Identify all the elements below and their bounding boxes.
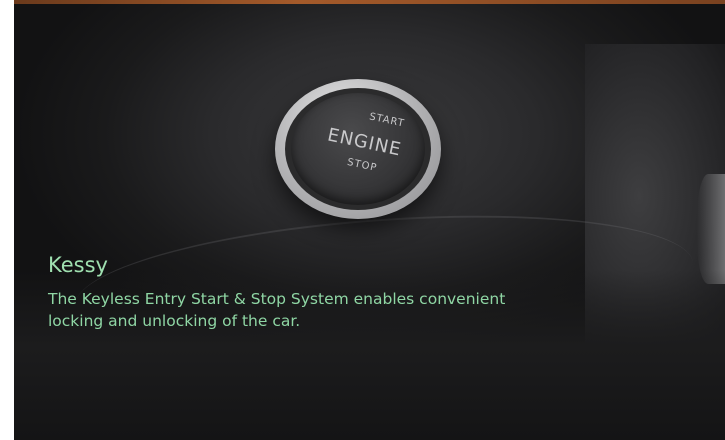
feature-title: Kessy xyxy=(48,253,108,277)
feature-description: The Keyless Entry Start & Stop System en… xyxy=(48,290,506,330)
dashboard-edge-highlight xyxy=(697,174,725,284)
left-margin xyxy=(0,0,14,440)
start-stop-button-face: START ENGINE STOP xyxy=(291,93,425,205)
start-stop-button-icon: START ENGINE STOP xyxy=(275,79,441,219)
engine-start-stop-photo: START ENGINE STOP xyxy=(14,4,725,440)
feature-card: START ENGINE STOP Kessy The Keyless Entr… xyxy=(0,0,725,440)
button-label-engine: ENGINE xyxy=(325,124,404,161)
button-label-stop: STOP xyxy=(346,156,379,175)
button-label-start: START xyxy=(368,111,406,130)
feature-caption: Kessy The Keyless Entry Start & Stop Sys… xyxy=(48,251,518,332)
